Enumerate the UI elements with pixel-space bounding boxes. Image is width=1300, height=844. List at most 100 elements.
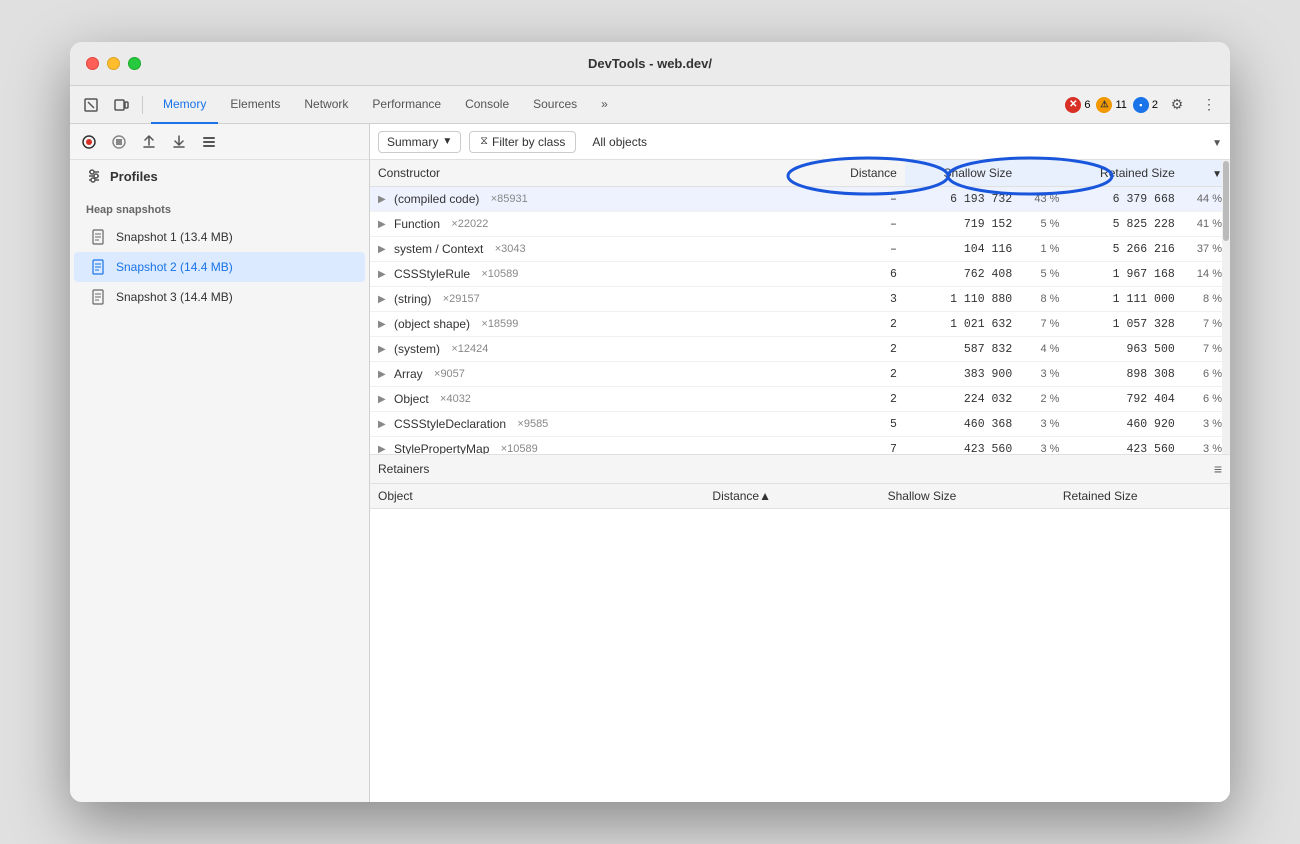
- tab-more[interactable]: »: [589, 86, 620, 124]
- table-row[interactable]: ▶CSSStyleDeclaration ×95855460 3683 %460…: [370, 412, 1230, 437]
- distance-cell: 7: [831, 437, 904, 454]
- filter-button[interactable]: ⧖ Filter by class: [469, 131, 576, 153]
- sliders-icon: [86, 168, 102, 184]
- upload-icon[interactable]: [138, 131, 160, 153]
- retained-size-cell: 1 967 168: [1067, 262, 1182, 287]
- main-area: Profiles Heap snapshots Snapshot 1 (13.4…: [70, 124, 1230, 802]
- close-button[interactable]: [86, 57, 99, 70]
- retained-size-cell: 460 920: [1067, 412, 1182, 437]
- traffic-lights: [86, 57, 141, 70]
- shallow-pct-cell: 3 %: [1020, 362, 1067, 387]
- download-icon[interactable]: [168, 131, 190, 153]
- retained-size-cell: 1 111 000: [1067, 287, 1182, 312]
- settings2-icon[interactable]: [198, 131, 220, 153]
- scrollbar-thumb[interactable]: [1223, 161, 1229, 241]
- distance-cell: 2: [831, 337, 904, 362]
- distance-cell: –: [831, 212, 904, 237]
- table-row[interactable]: ▶StylePropertyMap ×105897423 5603 %423 5…: [370, 437, 1230, 454]
- shallow-pct-cell: 5 %: [1020, 262, 1067, 287]
- table-row[interactable]: ▶Function ×22022–719 1525 %5 825 22841 %: [370, 212, 1230, 237]
- retainers-object-header[interactable]: Object: [370, 484, 704, 508]
- retained-size-header[interactable]: Retained Size: [1067, 160, 1182, 187]
- table-row[interactable]: ▶Array ×90572383 9003 %898 3086 %: [370, 362, 1230, 387]
- dropdown-arrow-icon: ▼: [442, 136, 452, 147]
- content-wrapper: Summary ▼ ⧖ Filter by class All objects …: [370, 124, 1230, 802]
- error-count[interactable]: ✕ 6: [1065, 97, 1090, 113]
- constructor-cell: ▶Object ×4032: [370, 387, 831, 412]
- device-icon[interactable]: [108, 92, 134, 118]
- constructor-cell: ▶system / Context ×3043: [370, 237, 831, 262]
- table-row[interactable]: ▶(compiled code) ×85931–6 193 73243 %6 3…: [370, 187, 1230, 212]
- scrollbar-track[interactable]: [1222, 160, 1230, 454]
- tab-network[interactable]: Network: [292, 86, 360, 124]
- sort-icon[interactable]: ▼: [1212, 169, 1222, 180]
- error-icon: ✕: [1065, 97, 1081, 113]
- maximize-button[interactable]: [128, 57, 141, 70]
- minimize-button[interactable]: [107, 57, 120, 70]
- distance-cell: 2: [831, 387, 904, 412]
- shallow-size-cell: 762 408: [905, 262, 1020, 287]
- constructor-header[interactable]: Constructor: [370, 160, 831, 187]
- shallow-pct-cell: 1 %: [1020, 237, 1067, 262]
- summary-dropdown[interactable]: Summary ▼: [378, 131, 461, 153]
- retainers-retained-header[interactable]: Retained Size: [1055, 484, 1230, 508]
- constructor-cell: ▶(string) ×29157: [370, 287, 831, 312]
- distance-cell: 2: [831, 362, 904, 387]
- shallow-size-header[interactable]: Shallow Size: [905, 160, 1020, 187]
- record-icon[interactable]: [78, 131, 100, 153]
- snapshot-icon: [90, 228, 108, 246]
- warning-count[interactable]: ⚠ 11: [1096, 97, 1126, 113]
- sidebar-item-snapshot2[interactable]: Snapshot 2 (14.4 MB): [74, 252, 365, 282]
- stop-icon[interactable]: [108, 131, 130, 153]
- table-row[interactable]: ▶system / Context ×3043–104 1161 %5 266 …: [370, 237, 1230, 262]
- info-count[interactable]: ▪ 2: [1133, 97, 1158, 113]
- shallow-size-cell: 1 110 880: [905, 287, 1020, 312]
- table-row[interactable]: ▶(string) ×2915731 110 8808 %1 111 0008 …: [370, 287, 1230, 312]
- retained-size-cell: 963 500: [1067, 337, 1182, 362]
- shallow-pct-header: [1020, 160, 1067, 187]
- table-row[interactable]: ▶CSSStyleRule ×105896762 4085 %1 967 168…: [370, 262, 1230, 287]
- retainers-menu-icon[interactable]: ≡: [1214, 461, 1222, 477]
- shallow-size-cell: 460 368: [905, 412, 1020, 437]
- settings-icon[interactable]: ⚙: [1164, 92, 1190, 118]
- retainers-shallow-header[interactable]: Shallow Size: [880, 484, 1055, 508]
- constructor-cell: ▶CSSStyleRule ×10589: [370, 262, 831, 287]
- snapshot3-icon: [90, 288, 108, 306]
- tab-sources[interactable]: Sources: [521, 86, 589, 124]
- warning-icon: ⚠: [1096, 97, 1112, 113]
- sidebar-item-snapshot1[interactable]: Snapshot 1 (13.4 MB): [74, 222, 365, 252]
- retainers-body: [370, 509, 1230, 803]
- distance-cell: 2: [831, 312, 904, 337]
- retained-size-cell: 5 825 228: [1067, 212, 1182, 237]
- tab-console[interactable]: Console: [453, 86, 521, 124]
- shallow-size-cell: 224 032: [905, 387, 1020, 412]
- shallow-size-cell: 719 152: [905, 212, 1020, 237]
- retained-size-cell: 423 560: [1067, 437, 1182, 454]
- toolbar-dropdown-right: ▼: [1212, 133, 1222, 151]
- window-title: DevTools - web.dev/: [588, 56, 712, 71]
- heap-table-container[interactable]: Constructor Distance Shallow Size Retain…: [370, 160, 1230, 454]
- tab-elements[interactable]: Elements: [218, 86, 292, 124]
- shallow-size-cell: 587 832: [905, 337, 1020, 362]
- shallow-size-cell: 104 116: [905, 237, 1020, 262]
- tab-memory[interactable]: Memory: [151, 86, 218, 124]
- sidebar-item-snapshot3[interactable]: Snapshot 3 (14.4 MB): [74, 282, 365, 312]
- shallow-size-cell: 423 560: [905, 437, 1020, 454]
- more-icon[interactable]: ⋮: [1196, 92, 1222, 118]
- pointer-icon[interactable]: [78, 92, 104, 118]
- table-row[interactable]: ▶(object shape) ×1859921 021 6327 %1 057…: [370, 312, 1230, 337]
- table-row[interactable]: ▶(system) ×124242587 8324 %963 5007 %: [370, 337, 1230, 362]
- content-area: Summary ▼ ⧖ Filter by class All objects …: [370, 124, 1230, 802]
- shallow-pct-cell: 2 %: [1020, 387, 1067, 412]
- table-row[interactable]: ▶Object ×40322224 0322 %792 4046 %: [370, 387, 1230, 412]
- titlebar: DevTools - web.dev/: [70, 42, 1230, 86]
- constructor-cell: ▶(compiled code) ×85931: [370, 187, 831, 212]
- distance-header[interactable]: Distance: [831, 160, 904, 187]
- tab-performance[interactable]: Performance: [360, 86, 453, 124]
- nav-tabs: Memory Elements Network Performance Cons…: [151, 86, 620, 123]
- separator: [142, 96, 143, 114]
- content-dropdown-icon[interactable]: ▼: [1212, 138, 1222, 149]
- all-objects-button[interactable]: All objects: [584, 132, 655, 152]
- retained-size-cell: 792 404: [1067, 387, 1182, 412]
- retainers-distance-header[interactable]: Distance▲: [704, 484, 879, 508]
